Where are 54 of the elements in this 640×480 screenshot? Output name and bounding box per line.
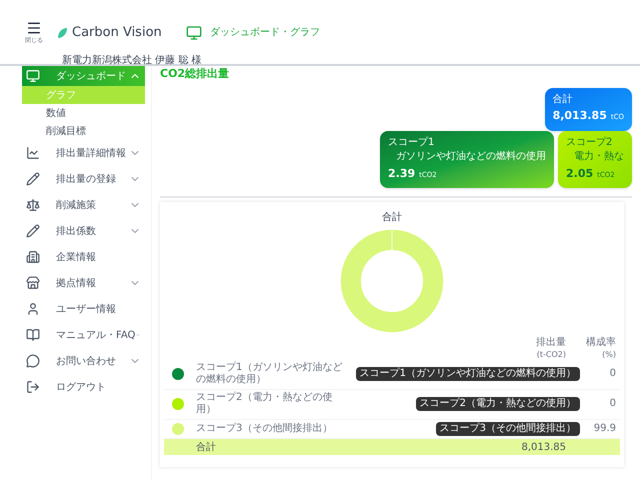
page-title: CO2総排出量 (160, 66, 230, 82)
card-value: 8,013.85 (552, 108, 607, 124)
leaf-logo-icon (56, 26, 68, 38)
building-icon (26, 250, 40, 264)
pencil-icon (26, 172, 40, 186)
sidebar-item[interactable]: お問い合わせ (22, 348, 145, 374)
column-header: 構成率 (586, 337, 616, 350)
sidebar-subitem[interactable]: 数値 (22, 104, 145, 122)
tooltip: スコープ2（電力・熱などの使用） (416, 396, 580, 412)
monitor-icon (186, 24, 202, 40)
store-icon (26, 276, 40, 290)
sidebar-item[interactable]: マニュアル・FAQ (22, 322, 145, 348)
logout-icon (26, 380, 40, 394)
sidebar-item[interactable]: 排出量の登録 (22, 166, 145, 192)
share-cell-text: 0 (608, 398, 617, 410)
sidebar-item[interactable]: 拠点情報 (22, 270, 145, 296)
card-subtitle: ガソリンや灯油などの燃料の使用 (395, 151, 546, 164)
tooltip: スコープ3（その他間接排出） (436, 422, 580, 436)
sidebar-item[interactable]: 排出係数 (22, 218, 145, 244)
chart-title: 合計 (382, 210, 402, 225)
scale-icon (26, 198, 40, 212)
card-title: スコープ2 (566, 136, 614, 149)
share-cell-text: 0 (608, 368, 617, 380)
book-icon (26, 328, 40, 342)
column-unit: (t-CO2) (536, 350, 566, 360)
pencil-icon (26, 224, 40, 238)
card-value: 2.39 (388, 166, 416, 182)
monitor-icon (26, 69, 40, 83)
total-value: 8,013.85 (521, 440, 567, 454)
line-chart-icon (26, 146, 40, 160)
user-name: 新電力新潟株式会社 伊藤 聡 様 (61, 54, 203, 68)
menu-icon[interactable] (26, 20, 42, 36)
column-unit: (%) (602, 350, 616, 360)
chat-icon (26, 354, 40, 368)
breadcrumb: ダッシュボード・グラフ (210, 26, 320, 40)
sidebar-item[interactable]: 削減施策 (22, 192, 145, 218)
sidebar-subitem[interactable]: 削減目標 (22, 122, 145, 140)
brand-name: Carbon Vision (72, 24, 162, 42)
sidebar-item[interactable]: ユーザー情報 (22, 296, 145, 322)
card-value: 2.05 (566, 166, 594, 182)
card-title: スコープ1 (388, 136, 436, 149)
tooltip: スコープ1（ガソリンや灯油などの燃料の使用） (356, 366, 580, 382)
share-cell-text: 99.9 (592, 422, 617, 435)
row-label: スコープ3（その他間接排出） (196, 422, 334, 435)
total-label: 合計 (196, 440, 216, 454)
row-label: スコープ2（電力・熱などの使用） (196, 392, 334, 416)
sidebar-item[interactable]: 排出量詳細情報 (22, 140, 145, 166)
card-subtitle: 電力・熱な (573, 151, 624, 164)
sidebar-item[interactable]: ログアウト (22, 374, 145, 400)
row-label: スコープ1（ガソリンや灯油などの燃料の使用） (196, 362, 344, 386)
card-title: 合計 (552, 94, 574, 106)
column-header: 排出量 (536, 337, 566, 350)
user-icon (26, 302, 40, 316)
sidebar-item[interactable]: 企業情報 (22, 244, 145, 270)
